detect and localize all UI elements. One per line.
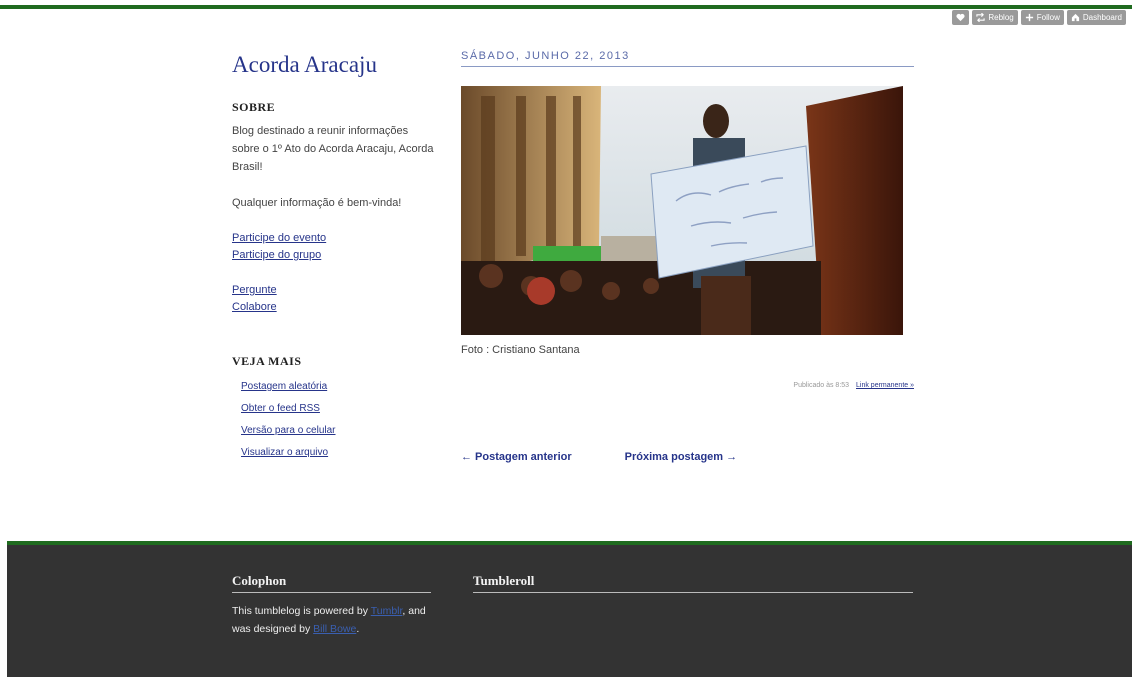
- colophon-section: Colophon This tumblelog is powered by Tu…: [232, 573, 431, 638]
- heart-icon: [956, 13, 965, 22]
- colophon-text-part: .: [356, 623, 360, 635]
- follow-label: Follow: [1036, 13, 1060, 22]
- group-link[interactable]: Participe do grupo: [232, 247, 437, 264]
- top-accent-line: [0, 5, 1132, 9]
- plus-icon: [1025, 13, 1033, 22]
- sidebar: Acorda Aracaju SOBRE Blog destinado a re…: [232, 52, 437, 464]
- tumblr-controls: Reblog Follow Dashboard: [952, 10, 1126, 25]
- tumbleroll-heading: Tumbleroll: [473, 573, 913, 593]
- colophon-text: This tumblelog is powered by Tumblr, and…: [232, 602, 431, 638]
- random-post-link[interactable]: Postagem aleatória: [241, 381, 327, 392]
- more-links: Postagem aleatória Obter o feed RSS Vers…: [232, 376, 437, 464]
- about-heading: SOBRE: [232, 100, 276, 114]
- post-pagination: ← Postagem anterior Próxima postagem →: [461, 451, 914, 463]
- ask-link[interactable]: Pergunte: [232, 282, 437, 299]
- main-content: SÁBADO, JUNHO 22, 2013 Foto: Cristiano …: [461, 50, 914, 463]
- more-heading: VEJA MAIS: [232, 354, 302, 368]
- designer-link[interactable]: Bill Bowe: [313, 623, 356, 635]
- like-button[interactable]: [952, 10, 970, 25]
- tumbleroll-section: Tumbleroll: [473, 573, 913, 593]
- home-icon: [1071, 13, 1079, 22]
- post-time: Publicado às 8:53: [793, 382, 850, 389]
- submit-link[interactable]: Colabore: [232, 299, 437, 316]
- reblog-icon: [976, 13, 986, 22]
- reblog-label: Reblog: [988, 13, 1014, 22]
- list-item: Versão para o celular: [241, 420, 437, 442]
- photo-caption: Foto : Cristiano Santana: [461, 344, 580, 356]
- post-photo[interactable]: [461, 86, 903, 335]
- protest-photo-image: [461, 86, 903, 335]
- post-date: SÁBADO, JUNHO 22, 2013: [461, 50, 914, 67]
- footer: Colophon This tumblelog is powered by Tu…: [7, 541, 1132, 677]
- info-text: Qualquer informação é bem-vinda!: [232, 197, 402, 209]
- dashboard-label: Dashboard: [1082, 13, 1122, 22]
- reblog-button[interactable]: Reblog: [972, 10, 1018, 25]
- post-meta: Publicado às 8:53 Link permanente »: [461, 382, 914, 389]
- tumblr-link[interactable]: Tumblr: [371, 605, 403, 617]
- rss-feed-link[interactable]: Obter o feed RSS: [241, 403, 320, 414]
- dashboard-button[interactable]: Dashboard: [1066, 10, 1126, 25]
- list-item: Postagem aleatória: [241, 376, 437, 398]
- permalink[interactable]: Link permanente »: [856, 382, 914, 389]
- archive-link[interactable]: Visualizar o arquivo: [241, 447, 328, 458]
- site-title[interactable]: Acorda Aracaju: [232, 52, 437, 78]
- event-link[interactable]: Participe do evento: [232, 230, 437, 247]
- colophon-heading: Colophon: [232, 573, 431, 593]
- colophon-text-part: This tumblelog is powered by: [232, 605, 371, 617]
- about-text: Blog destinado a reunir informações sobr…: [232, 125, 434, 173]
- previous-post-link[interactable]: ← Postagem anterior: [461, 451, 572, 463]
- follow-button[interactable]: Follow: [1020, 10, 1064, 25]
- list-item: Visualizar o arquivo: [241, 442, 437, 464]
- list-item: Obter o feed RSS: [241, 398, 437, 420]
- mobile-version-link[interactable]: Versão para o celular: [241, 425, 336, 436]
- next-post-link[interactable]: Próxima postagem →: [625, 451, 737, 463]
